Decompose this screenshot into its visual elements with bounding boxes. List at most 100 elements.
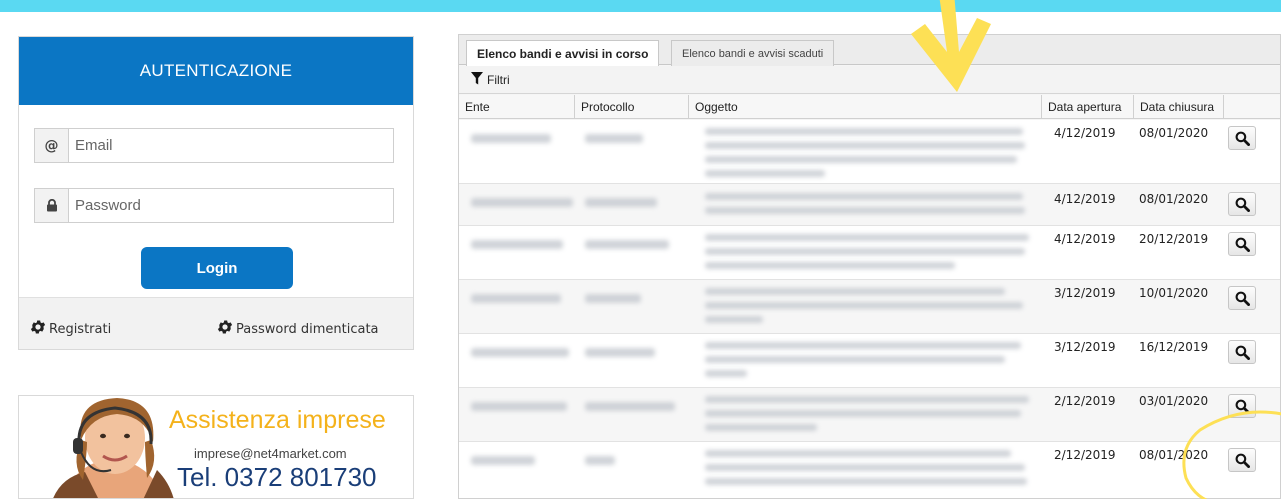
login-footer: Registrati Password dimenticata xyxy=(19,297,413,349)
oggetto-cell-redacted xyxy=(705,193,1023,200)
data-chiusura-cell: 10/01/2020 xyxy=(1139,286,1209,300)
annotation-circle xyxy=(1182,410,1281,499)
oggetto-cell-redacted xyxy=(705,342,1021,349)
oggetto-cell-redacted xyxy=(705,396,1029,403)
login-button[interactable]: Login xyxy=(141,247,293,289)
data-chiusura-cell: 20/12/2019 xyxy=(1139,232,1209,246)
tab-active-tenders[interactable]: Elenco bandi e avvisi in corso xyxy=(466,40,660,66)
ente-cell-redacted xyxy=(471,240,563,249)
oggetto-cell-redacted xyxy=(705,234,1029,241)
tab-expired-tenders[interactable]: Elenco bandi e avvisi scaduti xyxy=(671,40,835,66)
column-header-data-chiusura[interactable]: Data chiusura xyxy=(1134,95,1224,119)
oggetto-cell-redacted xyxy=(705,262,955,269)
view-details-button[interactable] xyxy=(1228,126,1256,150)
filter-icon xyxy=(471,71,483,88)
protocollo-cell-redacted xyxy=(585,402,675,411)
table-row[interactable]: 2/12/2019 08/01/2020 xyxy=(459,442,1280,498)
ente-cell-redacted xyxy=(471,294,561,303)
oggetto-cell-redacted xyxy=(705,410,1021,417)
filter-label: Filtri xyxy=(487,72,510,87)
oggetto-cell-redacted xyxy=(705,302,1023,309)
oggetto-cell-redacted xyxy=(705,478,1027,485)
protocollo-cell-redacted xyxy=(585,294,641,303)
login-header: AUTENTICAZIONE xyxy=(19,37,413,105)
table-row[interactable]: 3/12/2019 10/01/2020 xyxy=(459,280,1280,334)
table-row[interactable]: 4/12/2019 08/01/2020 xyxy=(459,120,1280,184)
password-input[interactable] xyxy=(69,189,393,222)
magnifier-icon xyxy=(1235,197,1250,212)
data-apertura-cell: 4/12/2019 xyxy=(1054,126,1116,140)
table-row[interactable]: 4/12/2019 20/12/2019 xyxy=(459,226,1280,280)
ente-cell-redacted xyxy=(471,198,573,207)
view-details-button[interactable] xyxy=(1228,286,1256,310)
table-row[interactable]: 3/12/2019 16/12/2019 xyxy=(459,334,1280,388)
data-apertura-cell: 4/12/2019 xyxy=(1054,232,1116,246)
gear-icon xyxy=(216,318,234,340)
login-panel: AUTENTICAZIONE @ Login Registrati xyxy=(18,36,414,350)
password-field[interactable] xyxy=(34,188,394,223)
table-header: Ente Protocollo Oggetto Data apertura Da… xyxy=(459,95,1280,119)
forgot-password-label: Password dimenticata xyxy=(236,321,379,337)
gear-icon xyxy=(29,318,47,340)
data-apertura-cell: 4/12/2019 xyxy=(1054,192,1116,206)
support-operator-image xyxy=(53,398,174,498)
oggetto-cell-redacted xyxy=(705,370,747,377)
support-banner[interactable]: Assistenza imprese imprese@net4market.co… xyxy=(18,395,414,499)
view-details-button[interactable] xyxy=(1228,340,1256,364)
oggetto-cell-redacted xyxy=(705,170,825,177)
lock-icon xyxy=(35,189,69,222)
data-chiusura-cell: 08/01/2020 xyxy=(1139,192,1209,206)
tenders-grid: Elenco bandi e avvisi in corso Elenco ba… xyxy=(458,34,1281,499)
column-header-ente[interactable]: Ente xyxy=(459,95,575,119)
oggetto-cell-redacted xyxy=(705,316,763,323)
annotation-arrow xyxy=(911,0,991,92)
support-email[interactable]: imprese@net4market.com xyxy=(194,446,347,461)
view-details-button[interactable] xyxy=(1228,192,1256,216)
data-apertura-cell: 3/12/2019 xyxy=(1054,340,1116,354)
data-apertura-cell: 2/12/2019 xyxy=(1054,394,1116,408)
at-icon: @ xyxy=(35,129,69,162)
oggetto-cell-redacted xyxy=(705,207,1025,214)
forgot-password-link[interactable]: Password dimenticata xyxy=(216,318,379,340)
ente-cell-redacted xyxy=(471,456,535,465)
oggetto-cell-redacted xyxy=(705,464,1025,471)
table-row[interactable]: 2/12/2019 03/01/2020 xyxy=(459,388,1280,442)
oggetto-cell-redacted xyxy=(705,156,1017,163)
register-link[interactable]: Registrati xyxy=(29,318,111,340)
data-apertura-cell: 2/12/2019 xyxy=(1054,448,1116,462)
magnifier-icon xyxy=(1235,237,1250,252)
table-row[interactable]: 4/12/2019 08/01/2020 xyxy=(459,184,1280,226)
column-header-protocollo[interactable]: Protocollo xyxy=(575,95,689,119)
oggetto-cell-redacted xyxy=(705,128,1023,135)
data-chiusura-cell: 08/01/2020 xyxy=(1139,126,1209,140)
oggetto-cell-redacted xyxy=(705,450,1011,457)
column-header-actions xyxy=(1224,95,1280,119)
protocollo-cell-redacted xyxy=(585,240,669,249)
ente-cell-redacted xyxy=(471,402,567,411)
magnifier-icon xyxy=(1235,291,1250,306)
email-field[interactable]: @ xyxy=(34,128,394,163)
oggetto-cell-redacted xyxy=(705,288,1005,295)
support-phone: Tel. 0372 801730 xyxy=(177,462,377,492)
protocollo-cell-redacted xyxy=(585,348,655,357)
protocollo-cell-redacted xyxy=(585,456,615,465)
protocollo-cell-redacted xyxy=(585,198,657,207)
view-details-button[interactable] xyxy=(1228,232,1256,256)
register-label: Registrati xyxy=(49,321,112,337)
data-chiusura-cell: 16/12/2019 xyxy=(1139,340,1209,354)
oggetto-cell-redacted xyxy=(705,356,1005,363)
oggetto-cell-redacted xyxy=(705,424,817,431)
page: AUTENTICAZIONE @ Login Registrati xyxy=(0,12,1281,499)
oggetto-cell-redacted xyxy=(705,248,1025,255)
ente-cell-redacted xyxy=(471,134,551,143)
filter-button[interactable]: Filtri xyxy=(459,66,1280,94)
data-chiusura-cell: 03/01/2020 xyxy=(1139,394,1209,408)
oggetto-cell-redacted xyxy=(705,142,1025,149)
email-input[interactable] xyxy=(69,129,393,162)
support-title: Assistenza imprese xyxy=(169,406,386,434)
ente-cell-redacted xyxy=(471,348,569,357)
magnifier-icon xyxy=(1235,345,1250,360)
magnifier-icon xyxy=(1235,131,1250,146)
column-header-data-apertura[interactable]: Data apertura xyxy=(1042,95,1134,119)
protocollo-cell-redacted xyxy=(585,134,643,143)
